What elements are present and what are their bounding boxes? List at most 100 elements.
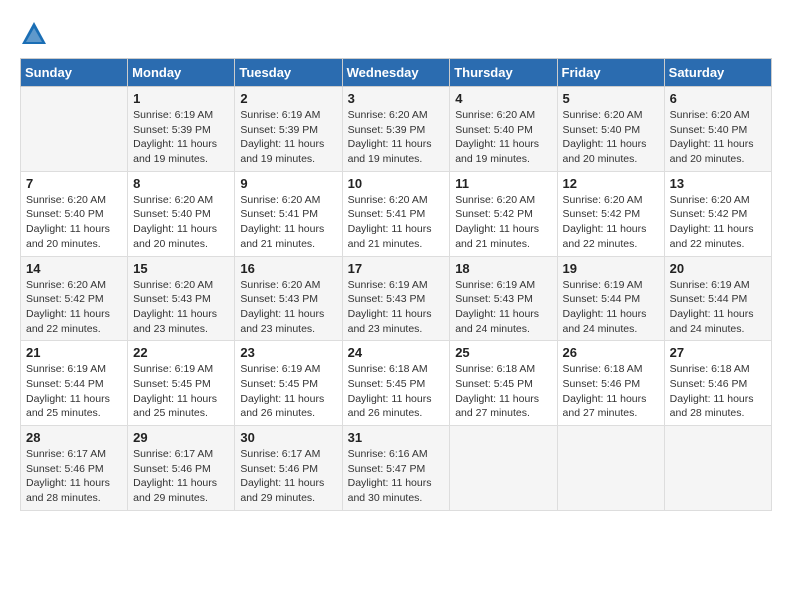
day-info: Sunrise: 6:19 AMSunset: 5:44 PMDaylight:…: [670, 278, 766, 337]
day-info: Sunrise: 6:20 AMSunset: 5:41 PMDaylight:…: [348, 193, 445, 252]
day-of-week-header: Friday: [557, 59, 664, 87]
day-info: Sunrise: 6:20 AMSunset: 5:42 PMDaylight:…: [455, 193, 551, 252]
calendar-cell: 3 Sunrise: 6:20 AMSunset: 5:39 PMDaylight…: [342, 87, 450, 172]
day-number: 6: [670, 91, 766, 106]
calendar-cell: [450, 426, 557, 511]
calendar-cell: 16 Sunrise: 6:20 AMSunset: 5:43 PMDayligh…: [235, 256, 342, 341]
calendar-cell: 2Sunrise: 6:19 AMSunset: 5:39 PMDaylight…: [235, 87, 342, 172]
day-number: 19: [563, 261, 659, 276]
day-number: 31: [348, 430, 445, 445]
calendar-week-row: 7Sunrise: 6:20 AMSunset: 5:40 PMDaylight…: [21, 171, 772, 256]
calendar-cell: 5Sunrise: 6:20 AMSunset: 5:40 PMDaylight…: [557, 87, 664, 172]
day-of-week-header: Wednesday: [342, 59, 450, 87]
calendar-cell: 21 Sunrise: 6:19 AMSunset: 5:44 PMDayligh…: [21, 341, 128, 426]
day-number: 21: [26, 345, 122, 360]
day-number: 22: [133, 345, 229, 360]
calendar-week-row: 28Sunrise: 6:17 AMSunset: 5:46 PMDayligh…: [21, 426, 772, 511]
day-number: 12: [563, 176, 659, 191]
calendar-cell: [21, 87, 128, 172]
day-number: 25: [455, 345, 551, 360]
day-number: 9: [240, 176, 336, 191]
calendar-cell: 25 Sunrise: 6:18 AMSunset: 5:45 PMDayligh…: [450, 341, 557, 426]
day-info: Sunrise: 6:20 AMSunset: 5:40 PMDaylight:…: [26, 193, 122, 252]
calendar-cell: 31 Sunrise: 6:16 AMSunset: 5:47 PMDayligh…: [342, 426, 450, 511]
calendar-cell: 7Sunrise: 6:20 AMSunset: 5:40 PMDaylight…: [21, 171, 128, 256]
day-number: 17: [348, 261, 445, 276]
calendar-cell: 13Sunrise: 6:20 AMSunset: 5:42 PMDayligh…: [664, 171, 771, 256]
day-info: Sunrise: 6:20 AMSunset: 5:39 PMDaylight:…: [348, 108, 445, 167]
day-info: Sunrise: 6:19 AMSunset: 5:45 PMDaylight:…: [240, 362, 336, 421]
day-info: Sunrise: 6:20 AMSunset: 5:43 PMDaylight:…: [240, 278, 336, 337]
day-of-week-header: Sunday: [21, 59, 128, 87]
day-info: Sunrise: 6:19 AMSunset: 5:44 PMDaylight:…: [26, 362, 122, 421]
day-info: Sunrise: 6:17 AMSunset: 5:46 PMDaylight:…: [26, 447, 122, 506]
calendar-cell: 15 Sunrise: 6:20 AMSunset: 5:43 PMDayligh…: [128, 256, 235, 341]
day-info: Sunrise: 6:19 AMSunset: 5:43 PMDaylight:…: [348, 278, 445, 337]
days-of-week-row: SundayMondayTuesdayWednesdayThursdayFrid…: [21, 59, 772, 87]
day-number: 29: [133, 430, 229, 445]
calendar-cell: 14 Sunrise: 6:20 AMSunset: 5:42 PMDayligh…: [21, 256, 128, 341]
day-number: 5: [563, 91, 659, 106]
day-number: 1: [133, 91, 229, 106]
day-of-week-header: Thursday: [450, 59, 557, 87]
day-info: Sunrise: 6:17 AMSunset: 5:46 PMDaylight:…: [133, 447, 229, 506]
calendar-cell: 8 Sunrise: 6:20 AMSunset: 5:40 PMDaylight…: [128, 171, 235, 256]
day-info: Sunrise: 6:20 AMSunset: 5:40 PMDaylight:…: [670, 108, 766, 167]
day-of-week-header: Monday: [128, 59, 235, 87]
day-number: 11: [455, 176, 551, 191]
day-info: Sunrise: 6:18 AMSunset: 5:46 PMDaylight:…: [670, 362, 766, 421]
day-info: Sunrise: 6:20 AMSunset: 5:42 PMDaylight:…: [670, 193, 766, 252]
day-info: Sunrise: 6:20 AMSunset: 5:42 PMDaylight:…: [563, 193, 659, 252]
calendar-header: SundayMondayTuesdayWednesdayThursdayFrid…: [21, 59, 772, 87]
calendar-cell: 19 Sunrise: 6:19 AMSunset: 5:44 PMDayligh…: [557, 256, 664, 341]
day-number: 18: [455, 261, 551, 276]
day-of-week-header: Saturday: [664, 59, 771, 87]
day-info: Sunrise: 6:19 AMSunset: 5:45 PMDaylight:…: [133, 362, 229, 421]
calendar-cell: 29 Sunrise: 6:17 AMSunset: 5:46 PMDayligh…: [128, 426, 235, 511]
day-of-week-header: Tuesday: [235, 59, 342, 87]
calendar-cell: 10 Sunrise: 6:20 AMSunset: 5:41 PMDayligh…: [342, 171, 450, 256]
calendar-cell: 22 Sunrise: 6:19 AMSunset: 5:45 PMDayligh…: [128, 341, 235, 426]
calendar-table: SundayMondayTuesdayWednesdayThursdayFrid…: [20, 58, 772, 511]
calendar-cell: 28Sunrise: 6:17 AMSunset: 5:46 PMDayligh…: [21, 426, 128, 511]
day-number: 24: [348, 345, 445, 360]
calendar-week-row: 21 Sunrise: 6:19 AMSunset: 5:44 PMDayligh…: [21, 341, 772, 426]
calendar-cell: 20 Sunrise: 6:19 AMSunset: 5:44 PMDayligh…: [664, 256, 771, 341]
day-info: Sunrise: 6:18 AMSunset: 5:45 PMDaylight:…: [348, 362, 445, 421]
day-info: Sunrise: 6:20 AMSunset: 5:40 PMDaylight:…: [133, 193, 229, 252]
day-info: Sunrise: 6:19 AMSunset: 5:44 PMDaylight:…: [563, 278, 659, 337]
day-number: 16: [240, 261, 336, 276]
day-info: Sunrise: 6:18 AMSunset: 5:45 PMDaylight:…: [455, 362, 551, 421]
day-number: 3: [348, 91, 445, 106]
day-number: 26: [563, 345, 659, 360]
day-info: Sunrise: 6:18 AMSunset: 5:46 PMDaylight:…: [563, 362, 659, 421]
day-number: 4: [455, 91, 551, 106]
day-number: 10: [348, 176, 445, 191]
calendar-cell: 9Sunrise: 6:20 AMSunset: 5:41 PMDaylight…: [235, 171, 342, 256]
header: [20, 20, 772, 48]
day-number: 23: [240, 345, 336, 360]
day-info: Sunrise: 6:19 AMSunset: 5:39 PMDaylight:…: [133, 108, 229, 167]
calendar-cell: 6 Sunrise: 6:20 AMSunset: 5:40 PMDaylight…: [664, 87, 771, 172]
day-number: 20: [670, 261, 766, 276]
calendar-cell: 17 Sunrise: 6:19 AMSunset: 5:43 PMDayligh…: [342, 256, 450, 341]
calendar-cell: 1 Sunrise: 6:19 AMSunset: 5:39 PMDaylight…: [128, 87, 235, 172]
calendar-body: 1 Sunrise: 6:19 AMSunset: 5:39 PMDaylight…: [21, 87, 772, 511]
calendar-cell: 23 Sunrise: 6:19 AMSunset: 5:45 PMDayligh…: [235, 341, 342, 426]
logo-icon: [20, 20, 48, 48]
calendar-cell: 4 Sunrise: 6:20 AMSunset: 5:40 PMDaylight…: [450, 87, 557, 172]
day-info: Sunrise: 6:19 AMSunset: 5:43 PMDaylight:…: [455, 278, 551, 337]
day-info: Sunrise: 6:20 AMSunset: 5:40 PMDaylight:…: [455, 108, 551, 167]
day-number: 27: [670, 345, 766, 360]
calendar-cell: 18 Sunrise: 6:19 AMSunset: 5:43 PMDayligh…: [450, 256, 557, 341]
day-info: Sunrise: 6:20 AMSunset: 5:42 PMDaylight:…: [26, 278, 122, 337]
calendar-week-row: 1 Sunrise: 6:19 AMSunset: 5:39 PMDaylight…: [21, 87, 772, 172]
logo: [20, 20, 52, 48]
day-number: 8: [133, 176, 229, 191]
day-number: 15: [133, 261, 229, 276]
day-number: 14: [26, 261, 122, 276]
day-info: Sunrise: 6:20 AMSunset: 5:43 PMDaylight:…: [133, 278, 229, 337]
calendar-week-row: 14 Sunrise: 6:20 AMSunset: 5:42 PMDayligh…: [21, 256, 772, 341]
calendar-cell: 30Sunrise: 6:17 AMSunset: 5:46 PMDayligh…: [235, 426, 342, 511]
day-info: Sunrise: 6:16 AMSunset: 5:47 PMDaylight:…: [348, 447, 445, 506]
